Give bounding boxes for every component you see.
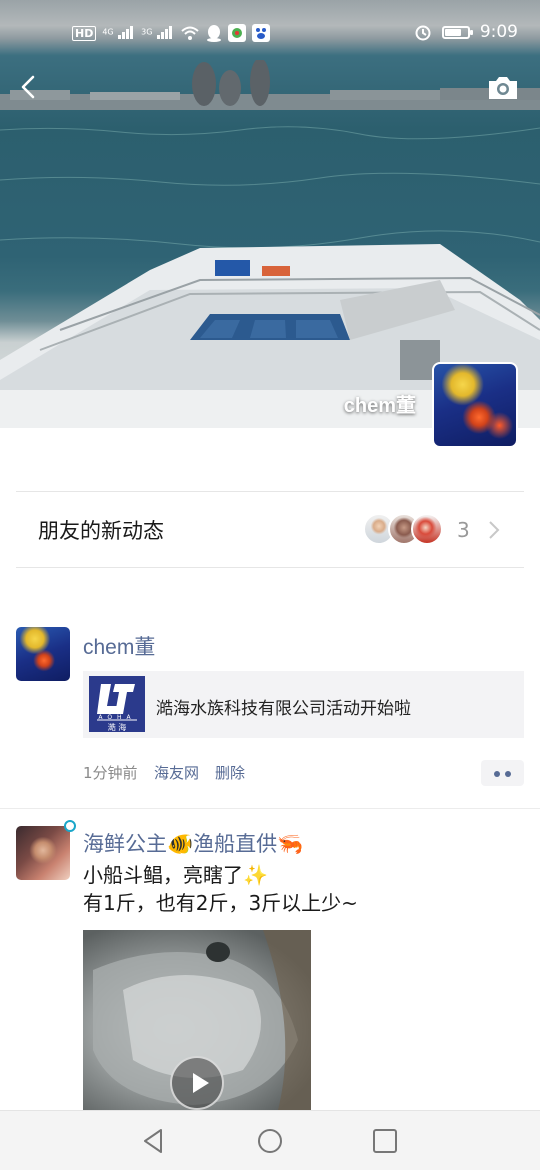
post-text-line: 小船斗鲳，亮瞎了✨ (83, 863, 268, 887)
post-author-avatar[interactable] (16, 627, 70, 681)
post-author-name[interactable]: chem董 (83, 631, 155, 661)
post-author-name[interactable]: 海鲜公主🐠渔船直供🦐 (83, 828, 303, 858)
app-icon (227, 24, 246, 42)
wifi-icon (181, 26, 199, 40)
nav-home-icon[interactable] (255, 1126, 285, 1156)
camera-icon[interactable] (486, 74, 520, 102)
delete-post-button[interactable]: 删除 (215, 762, 245, 783)
divider (16, 567, 524, 568)
friend-updates-avatars[interactable] (363, 513, 443, 545)
qq-icon (206, 25, 221, 42)
post-text-line: 有1斤，也有2斤，3斤以上少~ (83, 891, 358, 915)
baidu-icon (251, 24, 270, 42)
play-icon[interactable] (170, 1056, 224, 1110)
company-logo: AOHA 澔 海 (89, 676, 145, 732)
signal-4g-icon: 4G (102, 25, 135, 42)
post-actions-button[interactable] (481, 760, 524, 786)
system-navigation-bar (0, 1110, 540, 1170)
chevron-left-icon[interactable] (14, 72, 44, 102)
nav-back-icon[interactable] (139, 1126, 169, 1156)
status-right-icons: 9:09 (414, 22, 518, 42)
friend-updates-label[interactable]: 朋友的新动态 (38, 515, 164, 545)
online-indicator-icon (64, 820, 76, 832)
hd-icon: HD (72, 25, 97, 41)
nav-recents-icon[interactable] (370, 1126, 400, 1156)
status-bar: HD 4G 3G 9:09 (0, 0, 540, 66)
battery-fill (444, 28, 462, 36)
signal-3g-label: 3G (141, 26, 153, 36)
city-skyline (0, 60, 540, 110)
more-dot-icon (494, 771, 500, 777)
signal-3g-icon: 3G (141, 25, 174, 42)
cover-avatar[interactable] (432, 362, 518, 448)
divider (0, 808, 540, 809)
alarm-icon (415, 25, 431, 41)
post-author-avatar[interactable] (16, 826, 70, 880)
cover-user-name[interactable]: chem董 (344, 389, 416, 418)
company-logo-text: AOHA (98, 714, 136, 721)
friend-updates-count: 3 (457, 518, 470, 542)
post-source-link[interactable]: 海友网 (154, 762, 199, 783)
shared-link-card[interactable]: AOHA 澔 海 澔海水族科技有限公司活动开始啦 (83, 671, 524, 738)
chevron-right-icon[interactable] (484, 518, 502, 542)
more-dot-icon (505, 771, 511, 777)
status-left-icons: HD 4G 3G (72, 24, 270, 42)
company-logo-subtext: 澔 海 (107, 723, 127, 732)
divider (16, 491, 524, 492)
shared-link-title: 澔海水族科技有限公司活动开始啦 (156, 699, 411, 719)
status-time: 9:09 (479, 22, 518, 42)
friend-avatar-3 (411, 513, 443, 545)
signal-4g-label: 4G (102, 26, 114, 36)
battery-icon (441, 25, 473, 39)
post-time: 1分钟前 (83, 764, 138, 782)
